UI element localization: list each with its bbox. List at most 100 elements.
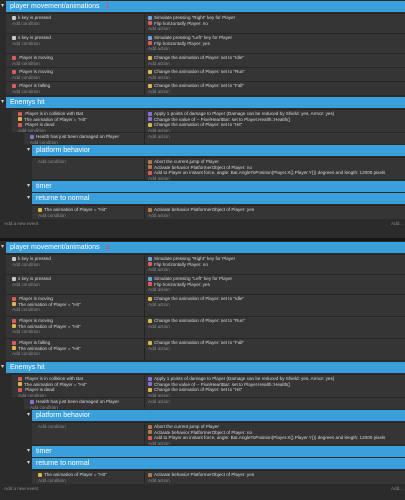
add-action-link[interactable]: Add action: [148, 346, 244, 352]
collapse-chevron-icon[interactable]: ▾: [1, 98, 6, 105]
add-condition-link[interactable]: Add condition: [12, 307, 81, 313]
event-line[interactable]: Change the animation of Player: set to "…: [148, 318, 245, 324]
add-action-link[interactable]: Add action: [148, 478, 254, 484]
event-row[interactable]: Player is moving Add condition Change the …: [6, 67, 405, 81]
event-row[interactable]: Health has just been damaged on Player Ad…: [24, 397, 405, 410]
conditions-column: Add condition: [38, 159, 66, 165]
event-row[interactable]: Player is in collision with Bat The anima…: [12, 109, 405, 133]
add-action-link[interactable]: Add action: [148, 89, 244, 95]
collapse-chevron-icon[interactable]: ▾: [27, 447, 32, 454]
event-row[interactable]: Player is moving The animation of Player …: [6, 294, 405, 316]
event-line[interactable]: The animation of Player = "Hit": [38, 472, 107, 478]
add-condition-link[interactable]: Add condition: [12, 351, 81, 357]
group-header-timer[interactable]: timer: [32, 446, 405, 457]
group-header-player-movement[interactable]: player movement/animations 2: [6, 242, 405, 253]
event-line[interactable]: k key is pressed: [12, 15, 51, 21]
add-condition-link[interactable]: Add condition: [12, 75, 53, 81]
add-more-link[interactable]: Add...: [391, 486, 403, 491]
event-row[interactable]: Player is falling The animation of Player…: [6, 338, 405, 360]
event-line[interactable]: Activate behavior PlatformerObject of Pl…: [148, 472, 254, 478]
condition-icon: [12, 55, 16, 60]
event-row[interactable]: k key is pressed Add condition Simulate pr…: [6, 13, 405, 33]
event-row[interactable]: s key is pressed Add condition Simulate pr…: [6, 274, 405, 294]
event-line[interactable]: Health has just been damaged on Player: [30, 134, 119, 140]
event-line[interactable]: Player is falling: [12, 83, 50, 89]
event-line[interactable]: Player is moving: [12, 69, 53, 75]
add-condition-link[interactable]: Add condition: [12, 262, 51, 268]
add-condition-link[interactable]: Add condition: [38, 159, 66, 165]
event-line[interactable]: Health has just been damaged on Player: [30, 399, 119, 405]
instruction-text: Player is dead: [24, 122, 55, 128]
event-line[interactable]: Activate behavior PlatformerObject of Pl…: [148, 207, 254, 213]
collapse-chevron-icon[interactable]: ▾: [1, 243, 6, 250]
event-line[interactable]: Change the animation of Player: set to "…: [148, 55, 244, 61]
event-row[interactable]: k key is pressed Add condition Simulate pr…: [6, 254, 405, 274]
event-row[interactable]: Player is in collision with Bat The anima…: [12, 374, 405, 398]
group-header-enemys-hit[interactable]: Enemys hit: [6, 97, 405, 108]
add-action-link[interactable]: Add action: [148, 287, 232, 293]
add-action-link[interactable]: Add action: [148, 134, 170, 140]
group-header-enemys-hit[interactable]: Enemys hit: [6, 362, 405, 373]
event-row[interactable]: Add condition Abort the current jump of P…: [32, 422, 405, 446]
add-action-link[interactable]: Add action: [148, 61, 244, 67]
event-row[interactable]: The animation of Player = "Hit" Add condi…: [32, 205, 405, 219]
add-action-link[interactable]: Add action: [148, 267, 235, 273]
event-line[interactable]: s key is pressed: [12, 276, 51, 282]
add-action-link[interactable]: Add action: [148, 75, 245, 81]
collapse-chevron-icon[interactable]: ▾: [27, 194, 32, 201]
event-row[interactable]: Health has just been damaged on Player Ad…: [24, 132, 405, 145]
add-action-link[interactable]: Add action: [148, 302, 244, 308]
event-line[interactable]: Add to Player an instant force, angle: B…: [148, 170, 385, 176]
add-action-link[interactable]: Add action: [148, 213, 254, 219]
add-more-link[interactable]: Add...: [391, 221, 403, 226]
instruction-text: s key is pressed: [18, 35, 51, 40]
add-condition-link[interactable]: Add condition: [38, 213, 107, 219]
collapse-chevron-icon[interactable]: ▾: [1, 363, 6, 370]
group-header-player-movement[interactable]: player movement/animations 1: [6, 1, 405, 12]
event-row[interactable]: Add condition Abort the current jump of P…: [32, 157, 405, 181]
event-line[interactable]: Change the animation of Player: set to "…: [148, 69, 245, 75]
event-line[interactable]: k key is pressed: [12, 256, 51, 262]
event-line[interactable]: Add to Player an instant force, angle: B…: [148, 435, 385, 441]
group-header-platform-behavior[interactable]: platform behavior: [32, 410, 405, 421]
add-action-link[interactable]: Add action: [148, 26, 235, 32]
group-header-platform-behavior[interactable]: platform behavior: [32, 145, 405, 156]
collapse-chevron-icon[interactable]: ▾: [27, 146, 32, 153]
add-new-event-link[interactable]: Add a new event: [4, 486, 38, 491]
event-row[interactable]: The animation of Player = "Hit" Add condi…: [32, 470, 405, 484]
add-action-link[interactable]: Add action: [148, 46, 232, 52]
add-action-link[interactable]: Add action: [148, 399, 170, 405]
event-row[interactable]: Player is falling Add condition Change the…: [6, 81, 405, 95]
event-line[interactable]: Change the animation of Player: set to "…: [148, 340, 244, 346]
conditions-column: Add condition: [38, 424, 66, 430]
event-line[interactable]: The animation of Player = "Hit": [38, 207, 107, 213]
group-header-timer[interactable]: timer: [32, 181, 405, 192]
event-line[interactable]: s key is pressed: [12, 35, 51, 41]
instruction-text: Change the animation of Player: set to "…: [154, 83, 245, 88]
add-condition-link[interactable]: Add condition: [12, 282, 51, 288]
instruction-text: Activate behavior PlatformerObject of Pl…: [154, 207, 255, 212]
add-condition-link[interactable]: Add condition: [12, 61, 53, 67]
add-condition-link[interactable]: Add condition: [12, 89, 50, 95]
add-condition-link[interactable]: Add condition: [12, 41, 51, 47]
conditions-column: s key is pressed Add condition: [12, 35, 51, 46]
group-header-returne-to-normal[interactable]: returne to normal: [32, 458, 405, 469]
group-header-returne-to-normal[interactable]: returne to normal: [32, 193, 405, 204]
event-line[interactable]: Player is moving: [12, 55, 53, 61]
event-row[interactable]: Player is moving Add condition Change the …: [6, 53, 405, 67]
add-condition-link[interactable]: Add condition: [12, 21, 51, 27]
event-line[interactable]: Change the animation of Player: set to "…: [148, 83, 244, 89]
add-new-event-link[interactable]: Add a new event: [4, 221, 38, 226]
collapse-chevron-icon[interactable]: ▾: [1, 2, 6, 9]
collapse-chevron-icon[interactable]: ▾: [27, 411, 32, 418]
add-action-link[interactable]: Add action: [148, 324, 245, 330]
event-row[interactable]: Player is moving The animation of Player …: [6, 316, 405, 338]
collapse-chevron-icon[interactable]: ▾: [27, 459, 32, 466]
collapse-chevron-icon[interactable]: ▾: [27, 182, 32, 189]
instruction-text: Change the animation of Player: set to "…: [154, 387, 243, 393]
add-condition-link[interactable]: Add condition: [12, 329, 81, 335]
event-row[interactable]: s key is pressed Add condition Simulate pr…: [6, 33, 405, 53]
add-condition-link[interactable]: Add condition: [38, 478, 107, 484]
add-condition-link[interactable]: Add condition: [38, 424, 66, 430]
event-line[interactable]: Change the animation of Player: set to "…: [148, 296, 244, 302]
